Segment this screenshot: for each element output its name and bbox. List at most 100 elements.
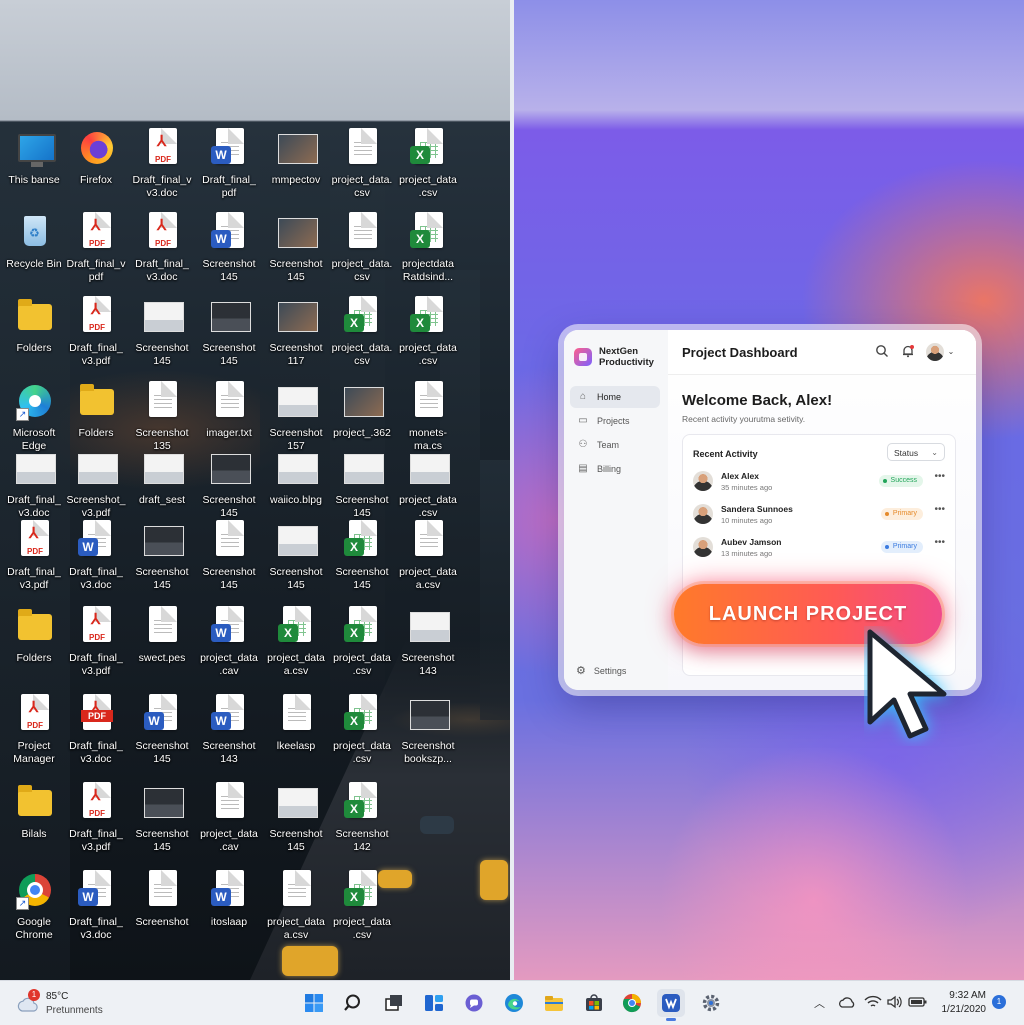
start-button[interactable]	[300, 989, 328, 1017]
desktop-icon[interactable]: Screenshot	[128, 870, 196, 929]
desktop-icon[interactable]: X Screenshot 142	[328, 782, 396, 854]
desktop-icon[interactable]: project_data .csv	[394, 448, 462, 520]
desktop-icon[interactable]: ⅄ PDF Draft_final_v v3.doc	[128, 128, 196, 200]
desktop-icon[interactable]: W Screenshot 145	[128, 694, 196, 766]
desktop-icon[interactable]: Xprojectdata Ratdsind...	[394, 212, 462, 284]
desktop-icon[interactable]: Xproject_data a.csv	[262, 606, 330, 678]
desktop-icon[interactable]: ↗ Google Chrome	[0, 870, 68, 942]
desktop-icon[interactable]: Screenshot bookszp...	[394, 694, 462, 766]
chevron-up-icon[interactable]: ︿	[814, 995, 825, 1011]
battery-icon[interactable]	[908, 996, 928, 1008]
microsoft-store-button[interactable]	[580, 989, 608, 1017]
activity-row[interactable]: Sandera Sunnoes 10 minutes ago Primary •••	[693, 502, 945, 528]
desktop-icon[interactable]: lkeelasp	[262, 694, 330, 753]
desktop-icon[interactable]: Xproject_data .csv	[328, 606, 396, 678]
desktop-icon[interactable]: Bilals	[0, 782, 68, 841]
desktop-icon[interactable]: Screenshot 145	[128, 520, 196, 592]
desktop-icon[interactable]: Screenshot 145	[128, 782, 196, 854]
file-explorer-button[interactable]	[540, 989, 568, 1017]
widgets-button[interactable]	[420, 989, 448, 1017]
search-icon[interactable]	[874, 344, 890, 360]
desktop-icon[interactable]: ♻ Recycle Bin	[0, 212, 68, 271]
desktop-icon[interactable]: Firefox	[62, 128, 130, 187]
activity-row[interactable]: Alex Alex 35 minutes ago Success •••	[693, 469, 945, 495]
task-view-button[interactable]	[380, 989, 408, 1017]
desktop-icon[interactable]: Screenshot 145	[328, 448, 396, 520]
desktop-icon[interactable]: project_data .cav	[195, 782, 263, 854]
edge-taskbar-button[interactable]	[500, 989, 528, 1017]
teams-chat-button[interactable]	[460, 989, 488, 1017]
desktop-icon[interactable]: W Screenshot 143	[195, 694, 263, 766]
desktop-icon[interactable]: ⅄ PDF Draft_final_ v3.pdf	[62, 782, 130, 854]
desktop-icon[interactable]: Folders	[62, 381, 130, 440]
desktop-icon[interactable]: Wproject_data .cav	[195, 606, 263, 678]
sidebar-item-projects[interactable]: ▭ Projects	[570, 410, 660, 432]
desktop-icon[interactable]: Screenshot 143	[394, 606, 462, 678]
desktop-icon[interactable]: project_data. csv	[328, 128, 396, 200]
desktop-icon[interactable]: W Draft_final_ v3.doc	[62, 870, 130, 942]
desktop-icon[interactable]: imager.txt	[195, 381, 263, 440]
desktop-icon[interactable]: W Screenshot 145	[195, 212, 263, 284]
more-options-icon[interactable]: •••	[934, 504, 945, 515]
weather-widget[interactable]: 1 85°C Pretunments	[16, 987, 126, 1019]
sidebar-item-team[interactable]: ⚇ Team	[570, 434, 660, 456]
desktop-icon[interactable]: ⅄ PDF Draft_final_ v3.pdf	[0, 520, 68, 592]
volume-icon[interactable]	[886, 995, 904, 1009]
desktop-icon[interactable]: project_data a.csv	[262, 870, 330, 942]
productivity-app-taskbar-button[interactable]	[657, 989, 685, 1021]
desktop-icon[interactable]: W Draft_final_ v3.doc	[62, 520, 130, 592]
clock[interactable]: 9:32 AM 1/21/2020	[936, 989, 987, 1017]
activity-row[interactable]: Aubev Jamson 13 minutes ago Primary •••	[693, 535, 945, 561]
desktop-icon[interactable]: Xproject_data .csv	[394, 296, 462, 368]
desktop-icon[interactable]: project_data a.csv	[394, 520, 462, 592]
desktop-icon[interactable]: Screenshot 145	[195, 448, 263, 520]
sidebar-item-billing[interactable]: ▤ Billing	[570, 458, 660, 480]
desktop-icon[interactable]: waiico.blpg	[262, 448, 330, 507]
wifi-icon[interactable]	[864, 994, 882, 1010]
notification-badge[interactable]: 1	[992, 995, 1006, 1009]
desktop-icon[interactable]: This banse	[0, 128, 68, 187]
desktop-icon[interactable]: mmpectov	[262, 128, 330, 187]
desktop-icon[interactable]: Screenshot_ v3.pdf	[62, 448, 130, 520]
desktop-icon[interactable]: Screenshot 145	[262, 212, 330, 284]
chevron-down-icon[interactable]: ⌄	[946, 344, 956, 360]
desktop-icon[interactable]: swect.pes	[128, 606, 196, 665]
status-dropdown[interactable]: Status ⌄	[887, 443, 945, 461]
desktop-icon[interactable]: draft_sest	[128, 448, 196, 507]
desktop-icon[interactable]: X Screenshot 145	[328, 520, 396, 592]
more-options-icon[interactable]: •••	[934, 537, 945, 548]
desktop-icon[interactable]: W Draft_final_ pdf	[195, 128, 263, 200]
desktop-icon[interactable]: ↗ Microsoft Edge	[0, 381, 68, 453]
desktop-icon[interactable]: Screenshot 145	[262, 520, 330, 592]
desktop-icon[interactable]: ⅄ PDF Draft_final_ v3.doc	[128, 212, 196, 284]
desktop-icon[interactable]: Folders	[0, 296, 68, 355]
desktop-icon[interactable]: Folders	[0, 606, 68, 665]
desktop-icon[interactable]: Screenshot 145	[128, 296, 196, 368]
onedrive-cloud-icon[interactable]	[838, 995, 856, 1009]
desktop-icon[interactable]: Xproject_data. csv	[328, 296, 396, 368]
desktop-icon[interactable]: ⅄ PDF Draft_final_v pdf	[62, 212, 130, 284]
desktop-icon[interactable]: ⅄ PDF Draft_final_ v3.doc	[62, 694, 130, 766]
desktop-icon[interactable]: Screenshot 145	[195, 296, 263, 368]
chrome-taskbar-button[interactable]	[618, 989, 646, 1017]
desktop-icon[interactable]: Draft_final_ v3.doc	[0, 448, 68, 520]
settings-taskbar-button[interactable]	[697, 989, 725, 1017]
desktop-icon[interactable]: Screenshot 145	[262, 782, 330, 854]
desktop-icon[interactable]: ⅄ PDF Draft_final_ v3.pdf	[62, 296, 130, 368]
taskbar-search-button[interactable]	[340, 989, 368, 1017]
desktop-icon[interactable]: Screenshot 135	[128, 381, 196, 453]
desktop-icon[interactable]: ⅄ PDF Project Manager	[0, 694, 68, 766]
desktop-icon[interactable]: monets- ma.cs	[394, 381, 462, 453]
sidebar-item-home[interactable]: ⌂ Home	[570, 386, 660, 408]
sidebar-item-settings[interactable]: ⚙ Settings	[576, 664, 626, 677]
user-avatar[interactable]	[926, 343, 944, 361]
desktop-icon[interactable]: Screenshot 117	[262, 296, 330, 368]
desktop-icon[interactable]: ⅄ PDF Draft_final_ v3.pdf	[62, 606, 130, 678]
desktop-icon[interactable]: Screenshot 157	[262, 381, 330, 453]
more-options-icon[interactable]: •••	[934, 471, 945, 482]
desktop-icon[interactable]: Screenshot 145	[195, 520, 263, 592]
desktop-icon[interactable]: Xproject_data .csv	[328, 694, 396, 766]
desktop-icon[interactable]: project_data. csv	[328, 212, 396, 284]
desktop-icon[interactable]: Xproject_data .csv	[394, 128, 462, 200]
desktop-icon[interactable]: Witoslaap	[195, 870, 263, 929]
